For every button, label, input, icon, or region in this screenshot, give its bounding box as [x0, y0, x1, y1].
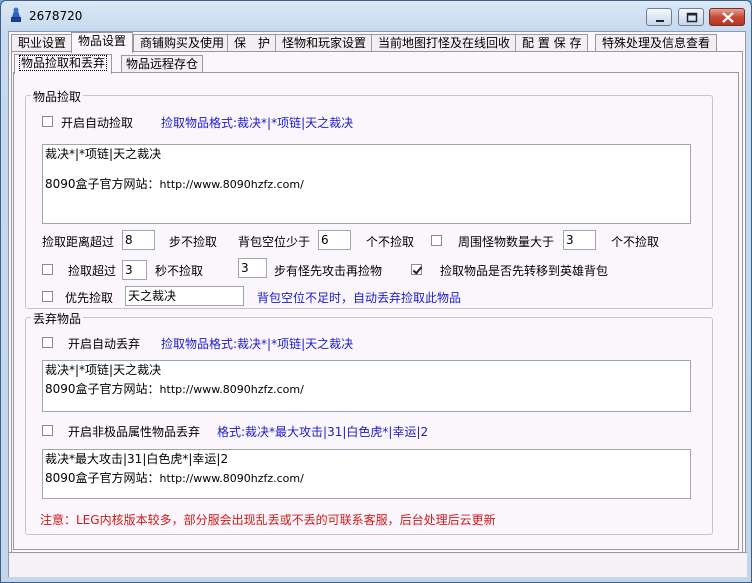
- tab-special[interactable]: 特殊处理及信息查看: [595, 34, 718, 52]
- title-bar[interactable]: 2678720: [1, 1, 751, 31]
- notice-text: 注意：LEG内核版本较多，部分服会出现乱丢或不丢的可联系客服，后台处理后云更新: [40, 513, 496, 527]
- status-bar: [9, 552, 747, 577]
- monster-count-checkbox[interactable]: [431, 235, 442, 246]
- close-icon: [722, 12, 734, 23]
- pickup-timeout-input[interactable]: 3: [122, 260, 147, 280]
- bag-space-label: 背包空位少于: [238, 235, 311, 249]
- pickup-format-hint: 捡取物品格式:裁决*|*项链|天之裁决: [161, 116, 354, 130]
- minimize-button[interactable]: [646, 8, 672, 26]
- auto-discard-checkbox[interactable]: [42, 337, 53, 348]
- transfer-hero-label: 捡取物品是否先转移到英雄背包: [440, 264, 609, 278]
- minimize-icon: [656, 20, 664, 22]
- attribute-list-line: 裁决*最大攻击|31|白色虎*|幸运|2: [45, 452, 229, 466]
- tab-item-settings[interactable]: 物品设置: [71, 32, 134, 53]
- site-label: 8090盒子官方网站：: [45, 177, 160, 191]
- tab-current-map[interactable]: 当前地图打怪及在线回收: [371, 34, 518, 52]
- discard-list-textarea[interactable]: 裁决*|*项链|天之裁决 8090盒子官方网站：http://www.8090h…: [42, 360, 691, 412]
- tab-config-save[interactable]: 配 置 保 存: [515, 34, 589, 52]
- pickup-timeout-checkbox[interactable]: [42, 264, 53, 275]
- tab-shop[interactable]: 商铺购买及使用: [133, 34, 232, 52]
- monster-count-input[interactable]: 3: [563, 230, 596, 250]
- monster-count-suffix: 个不捡取: [611, 235, 660, 249]
- auto-pickup-label: 开启自动捡取: [61, 116, 134, 130]
- discard-group-label: 丢弃物品: [31, 310, 84, 327]
- priority-pickup-label: 优先捡取: [65, 291, 114, 305]
- site-url: http://www.8090hzfz.com/: [159, 383, 304, 396]
- bag-space-suffix: 个不捡取: [366, 235, 415, 249]
- attribute-list-textarea[interactable]: 裁决*最大攻击|31|白色虎*|幸运|2 8090盒子官方网站：http://w…: [42, 449, 691, 499]
- monster-count-label: 周围怪物数量大于: [458, 235, 555, 249]
- distance-label: 捡取距离超过: [42, 235, 115, 249]
- site-label: 8090盒子官方网站：: [45, 382, 160, 396]
- priority-pickup-input[interactable]: 天之裁决: [125, 286, 244, 306]
- pickup-group-label: 物品捡取: [31, 88, 84, 105]
- attack-steps-suffix: 步有怪先攻击再捡物: [274, 264, 383, 278]
- priority-pickup-checkbox[interactable]: [42, 291, 53, 302]
- bag-full-hint: 背包空位不足时，自动丢弃捡取此物品: [257, 291, 462, 305]
- main-window: 2678720 职业设置 物品设置 商铺购买及使用 保 护 怪物和玩家设置 当前…: [0, 0, 752, 583]
- site-label: 8090盒子官方网站：: [45, 471, 160, 485]
- pickup-list-line: 裁决*|*项链|天之裁决: [45, 147, 162, 161]
- discard-list-line: 裁决*|*项链|天之裁决: [45, 363, 162, 377]
- pickup-timeout-suffix: 秒不捡取: [155, 264, 204, 278]
- close-button[interactable]: [709, 8, 745, 26]
- maximize-button[interactable]: [678, 8, 704, 26]
- nonextreme-discard-label: 开启非极品属性物品丢弃: [68, 425, 201, 439]
- attack-steps-input[interactable]: 3: [238, 258, 267, 278]
- maximize-icon: [686, 12, 698, 23]
- tab-monster-player[interactable]: 怪物和玩家设置: [275, 34, 374, 52]
- site-url: http://www.8090hzfz.com/: [159, 178, 304, 191]
- subtab-remote-storage[interactable]: 物品远程存仓: [121, 55, 204, 73]
- distance-input[interactable]: 8: [122, 230, 155, 250]
- app-icon: [11, 7, 21, 22]
- auto-discard-label: 开启自动丢弃: [68, 337, 141, 351]
- pickup-list-textarea[interactable]: 裁决*|*项链|天之裁决 8090盒子官方网站：http://www.8090h…: [42, 144, 691, 224]
- distance-suffix: 步不捡取: [169, 235, 218, 249]
- bag-space-input[interactable]: 6: [318, 230, 351, 250]
- tab-protection[interactable]: 保 护: [227, 34, 278, 52]
- nonextreme-format-hint: 格式:裁决*最大攻击|31|白色虎*|幸运|2: [217, 425, 429, 439]
- tab-profession[interactable]: 职业设置: [11, 34, 74, 52]
- discard-format-hint: 捡取物品格式:裁决*|*项链|天之裁决: [161, 337, 354, 351]
- client-area: 职业设置 物品设置 商铺购买及使用 保 护 怪物和玩家设置 当前地图打怪及在线回…: [8, 31, 747, 577]
- window-title: 2678720: [29, 9, 83, 23]
- pickup-timeout-label: 捡取超过: [68, 264, 117, 278]
- nonextreme-discard-checkbox[interactable]: [42, 425, 53, 436]
- site-url: http://www.8090hzfz.com/: [159, 472, 304, 485]
- transfer-hero-checkbox[interactable]: [411, 264, 422, 275]
- auto-pickup-checkbox[interactable]: [42, 116, 53, 127]
- subtab-pickup-discard[interactable]: 物品捡取和丢弃: [14, 54, 113, 74]
